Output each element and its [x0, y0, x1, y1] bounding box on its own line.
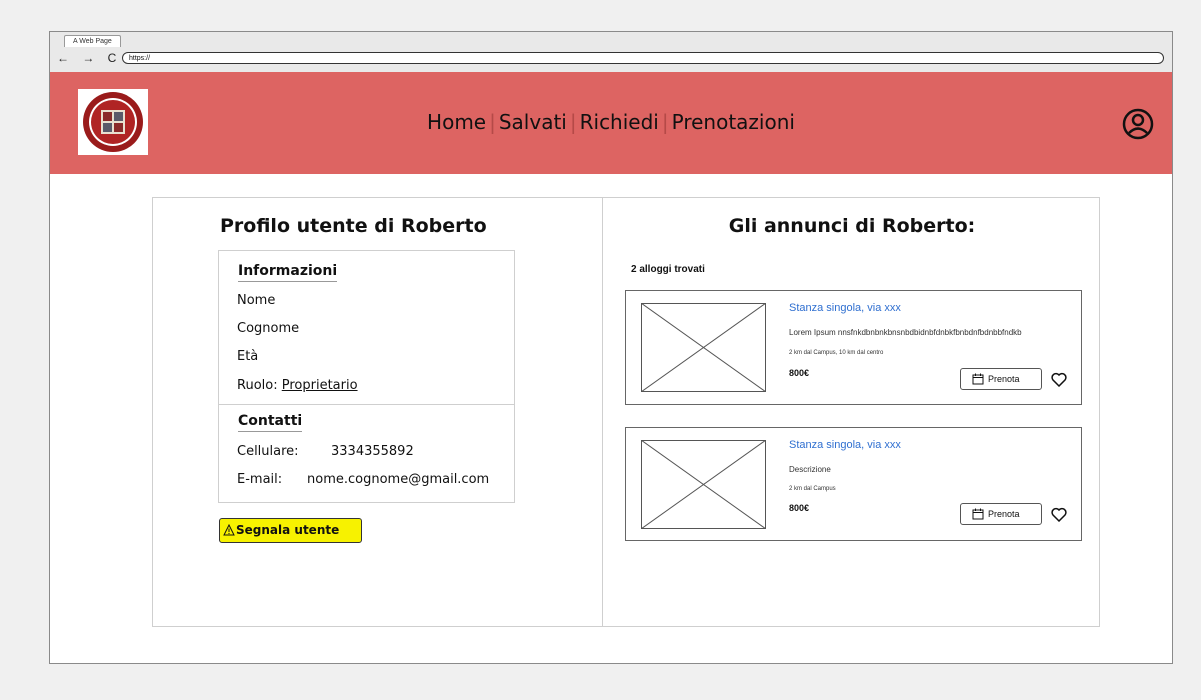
report-user-button[interactable]: Segnala utente [219, 518, 362, 543]
results-count: 2 alloggi trovati [631, 264, 705, 275]
browser-tab[interactable]: A Web Page [64, 35, 121, 47]
phone-value: 3334355892 [331, 444, 414, 459]
listing-price: 800€ [789, 368, 810, 378]
column-divider [602, 198, 603, 626]
calendar-icon [972, 508, 984, 520]
user-account-icon[interactable] [1122, 108, 1154, 140]
section-divider [219, 404, 514, 405]
image-placeholder-icon [641, 303, 766, 392]
heart-icon[interactable] [1051, 372, 1067, 387]
book-button[interactable]: Prenota [960, 368, 1042, 390]
nav-salvati[interactable]: Salvati [496, 110, 570, 134]
book-button[interactable]: Prenota [960, 503, 1042, 525]
calendar-icon [972, 373, 984, 385]
field-role: Ruolo: Proprietario [237, 378, 358, 393]
contacts-section-title: Contatti [238, 413, 303, 432]
nav-home[interactable]: Home [424, 110, 489, 134]
info-section-title: Informazioni [238, 263, 338, 282]
ads-title: Gli annunci di Roberto: [728, 215, 976, 237]
listing-title[interactable]: Stanza singola, via xxx [789, 439, 901, 451]
profile-info-box: Informazioni Nome Cognome Età Ruolo: Pro… [218, 250, 515, 503]
listing-card[interactable]: Stanza singola, via xxx Descrizione 2 km… [625, 427, 1082, 541]
main-navigation: Home | Salvati | Richiedi | Prenotazioni [50, 108, 1172, 136]
address-bar[interactable]: https:// [122, 52, 1164, 64]
listing-card[interactable]: Stanza singola, via xxx Lorem Ipsum nnsf… [625, 290, 1082, 405]
listing-price: 800€ [789, 503, 810, 513]
field-nome: Nome [237, 293, 276, 308]
report-user-label: Segnala utente [236, 523, 340, 537]
field-cognome: Cognome [237, 321, 300, 336]
browser-window: A Web Page ← → C https:// Home | Salvati | R… [49, 31, 1173, 664]
heart-icon[interactable] [1051, 507, 1067, 522]
book-label: Prenota [988, 509, 1020, 519]
browser-chrome: A Web Page ← → C https:// [50, 32, 1172, 73]
image-placeholder-icon [641, 440, 766, 529]
listing-distance: 2 km dal Campus [789, 486, 836, 492]
field-eta: Età [237, 349, 259, 364]
book-label: Prenota [988, 374, 1020, 384]
listing-distance: 2 km dal Campus, 10 km dal centro [789, 350, 884, 356]
listing-title[interactable]: Stanza singola, via xxx [789, 302, 901, 314]
phone-label: Cellulare: [237, 444, 299, 459]
email-value: nome.cognome@gmail.com [307, 472, 490, 487]
role-value-link[interactable]: Proprietario [282, 378, 358, 393]
nav-prenotazioni[interactable]: Prenotazioni [669, 110, 798, 134]
listing-description: Descrizione [789, 465, 831, 474]
main-content: Profilo utente di Roberto Informazioni N… [152, 197, 1100, 627]
listing-description: Lorem Ipsum nnsfnkdbnbnkbnsnbdbidnbfdnbk… [789, 328, 1022, 337]
browser-nav-buttons[interactable]: ← → C [57, 50, 121, 66]
role-label: Ruolo: [237, 378, 282, 393]
warning-icon [223, 524, 235, 536]
site-header: Home | Salvati | Richiedi | Prenotazioni [50, 72, 1172, 174]
email-label: E-mail: [237, 472, 283, 487]
nav-richiedi[interactable]: Richiedi [577, 110, 662, 134]
profile-title: Profilo utente di Roberto [220, 215, 487, 237]
